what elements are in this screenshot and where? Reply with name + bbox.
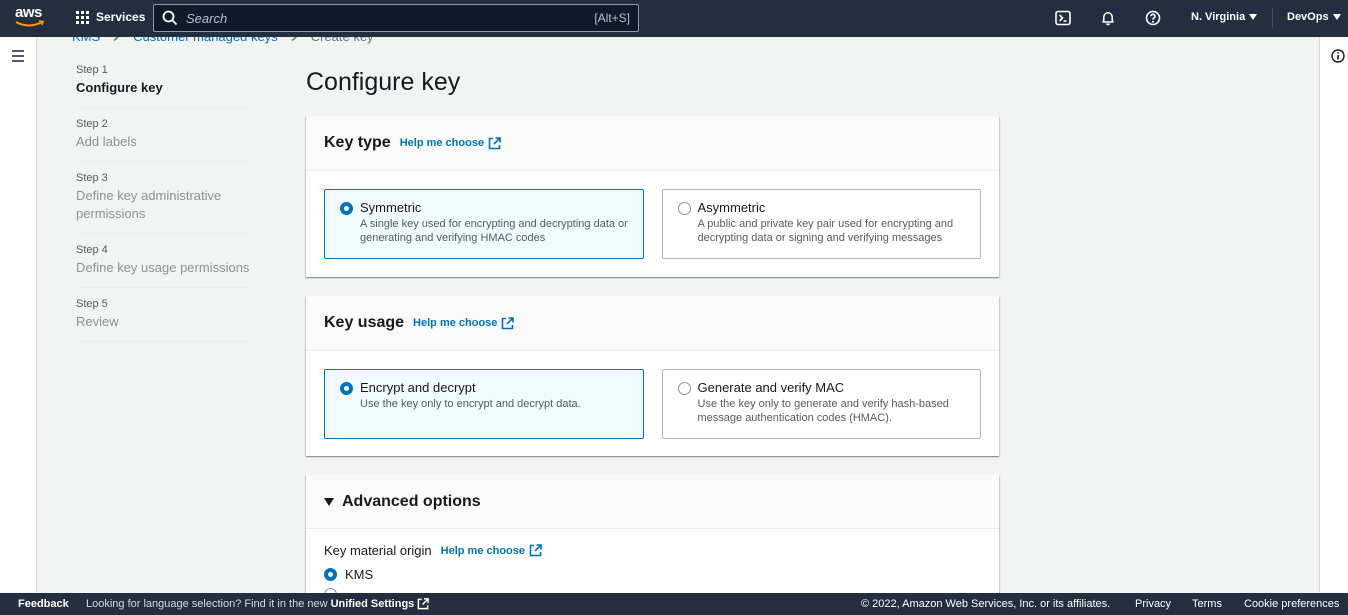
aws-logo-text: aws [15, 4, 42, 21]
nav-divider [1272, 8, 1273, 28]
region-label: N. Virginia [1191, 11, 1246, 23]
key-type-heading: Key type [324, 134, 391, 151]
footer: Feedback Looking for language selection?… [0, 593, 1348, 615]
services-menu-button[interactable]: Services [76, 10, 145, 24]
wizard-steps: Step 1 Configure key Step 2 Add labels S… [76, 62, 252, 351]
step-label: Configure key [76, 80, 163, 95]
radio-unselected-icon[interactable] [677, 202, 691, 215]
aws-logo[interactable]: aws [15, 5, 47, 31]
external-link-icon [488, 136, 501, 149]
services-label: Services [96, 10, 146, 24]
language-notice-text: Looking for language selection? Find it … [86, 598, 328, 610]
option-description: A public and private key pair used for e… [697, 218, 954, 244]
left-rail [0, 37, 37, 592]
language-notice: Looking for language selection? Find it … [86, 598, 430, 610]
step-number: Step 2 [76, 118, 108, 130]
option-encrypt-decrypt[interactable]: Encrypt and decrypt Use the key only to … [324, 369, 644, 439]
step-label: Add labels [76, 134, 137, 149]
key-usage-panel: Key usage Help me choose Encrypt and dec… [306, 296, 999, 456]
privacy-link[interactable]: Privacy [1135, 598, 1171, 610]
option-description: Use the key only to generate and verify … [697, 398, 949, 424]
info-icon[interactable] [1331, 49, 1345, 63]
key-usage-heading: Key usage [324, 314, 405, 331]
advanced-options-toggle[interactable]: Advanced options [306, 475, 999, 529]
radio-selected-icon[interactable] [340, 202, 353, 215]
key-material-origin-label: Key material origin [324, 543, 432, 558]
terms-link[interactable]: Terms [1192, 598, 1222, 610]
menu-icon[interactable] [12, 50, 24, 65]
unified-settings-link[interactable]: Unified Settings [331, 598, 415, 610]
origin-option-kms[interactable]: KMS [324, 567, 373, 582]
external-link-icon [502, 316, 515, 329]
top-navigation: aws Services [Alt+S] N. Virginia [0, 0, 1348, 37]
step-number: Step 5 [76, 298, 108, 310]
search-bar[interactable]: [Alt+S] [153, 4, 639, 32]
step-number: Step 4 [76, 244, 108, 256]
page-title: Configure key [306, 68, 461, 96]
help-link-label: Help me choose [440, 544, 526, 557]
key-usage-options: Encrypt and decrypt Use the key only to … [306, 351, 999, 457]
step-2: Step 2 Add labels [76, 117, 252, 162]
option-title: Encrypt and decrypt [360, 380, 476, 395]
caret-down-icon [1249, 14, 1258, 20]
advanced-options-heading: Advanced options [342, 492, 481, 510]
key-usage-help-link[interactable]: Help me choose [413, 316, 515, 330]
option-title: Symmetric [360, 200, 422, 215]
caret-down-icon [324, 497, 334, 506]
help-icon[interactable] [1145, 10, 1161, 26]
search-icon [162, 10, 178, 26]
step-label: Review [76, 314, 119, 329]
radio-selected-icon[interactable] [324, 568, 337, 581]
external-link-icon [529, 544, 542, 557]
option-generate-verify-mac[interactable]: Generate and verify MAC Use the key only… [661, 369, 981, 439]
external-link-icon [417, 598, 430, 610]
right-rail [1319, 37, 1348, 592]
radio-unselected-icon[interactable] [677, 382, 691, 395]
help-link-label: Help me choose [399, 137, 485, 149]
option-symmetric[interactable]: Symmetric A single key used for encrypti… [324, 189, 644, 259]
key-type-options: Symmetric A single key used for encrypti… [306, 171, 999, 277]
key-usage-header: Key usage Help me choose [306, 296, 999, 351]
step-label: Define key administrative permissions [76, 188, 222, 221]
key-material-origin-field: Key material origin Help me choose [324, 543, 542, 558]
key-type-panel: Key type Help me choose Symmetric A sing… [306, 116, 999, 277]
feedback-link[interactable]: Feedback [18, 598, 69, 610]
caret-down-icon [1332, 14, 1341, 20]
option-description: A single key used for encrypting and dec… [360, 218, 628, 244]
option-description: Use the key only to encrypt and decrypt … [360, 398, 581, 410]
option-title: Generate and verify MAC [697, 380, 845, 395]
step-4: Step 4 Define key usage permissions [76, 243, 252, 288]
step-label: Define key usage permissions [76, 260, 250, 275]
step-5: Step 5 Review [76, 297, 252, 342]
step-number: Step 1 [76, 64, 108, 76]
step-1[interactable]: Step 1 Configure key [76, 63, 252, 108]
cookie-preferences-link[interactable]: Cookie preferences [1244, 598, 1339, 610]
region-selector[interactable]: N. Virginia [1191, 11, 1258, 23]
search-input[interactable] [186, 10, 595, 26]
key-type-help-link[interactable]: Help me choose [399, 136, 501, 150]
account-label: DevOps [1287, 11, 1329, 23]
option-title: Asymmetric [697, 200, 766, 215]
cloudshell-icon[interactable] [1055, 10, 1071, 26]
step-3: Step 3 Define key administrative permiss… [76, 171, 252, 234]
bell-icon[interactable] [1100, 10, 1116, 26]
origin-option-label: KMS [345, 567, 374, 582]
help-link-label: Help me choose [413, 317, 498, 329]
radio-selected-icon[interactable] [340, 382, 353, 395]
option-asymmetric[interactable]: Asymmetric A public and private key pair… [661, 189, 981, 259]
step-number: Step 3 [76, 172, 108, 184]
aws-smile-icon [15, 20, 45, 27]
key-material-help-link[interactable]: Help me choose [441, 544, 542, 557]
advanced-options-panel: Advanced options Key material origin Hel… [306, 475, 999, 593]
grid-icon [76, 10, 89, 24]
key-type-header: Key type Help me choose [306, 116, 999, 171]
copyright-text: © 2022, Amazon Web Services, Inc. or its… [861, 598, 1111, 610]
account-menu[interactable]: DevOps [1287, 11, 1341, 23]
search-shortcut-hint: [Alt+S] [594, 11, 630, 25]
